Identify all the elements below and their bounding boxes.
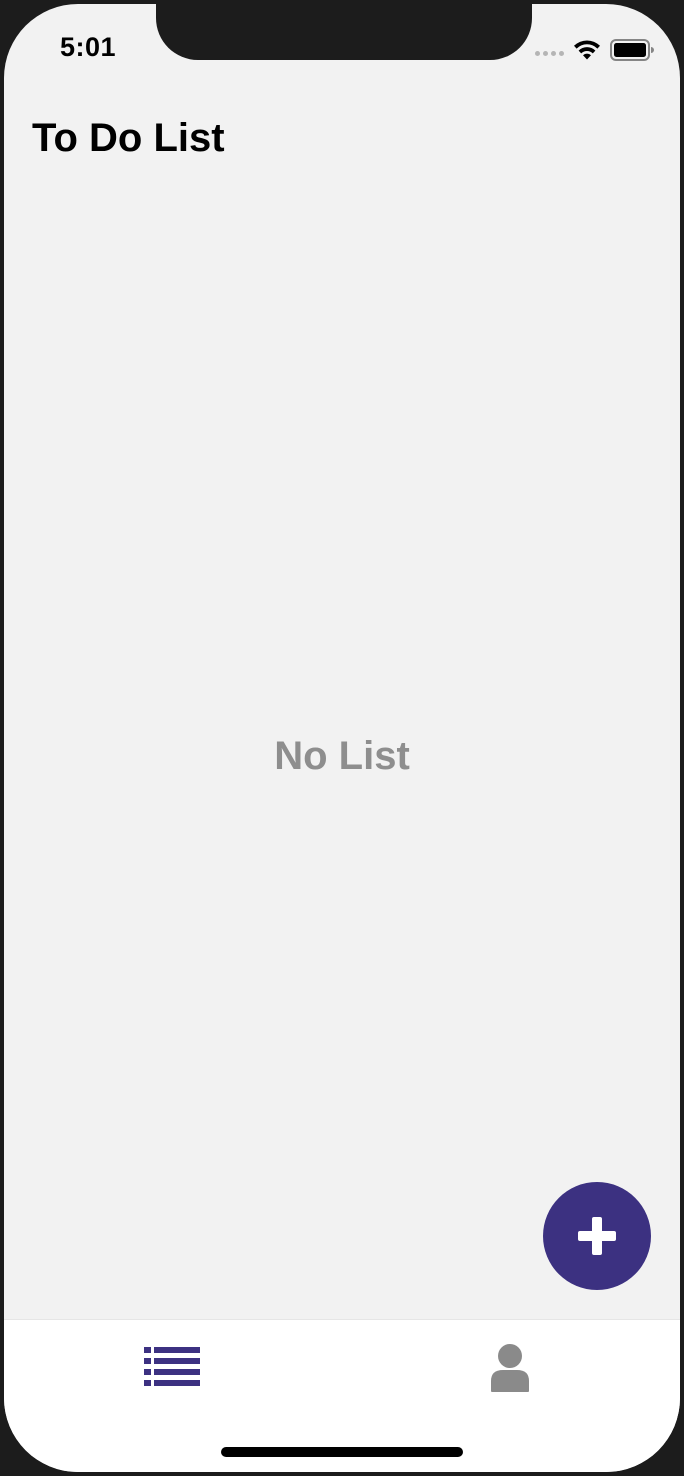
- user-icon: [491, 1344, 529, 1392]
- battery-icon: [610, 39, 654, 61]
- empty-state-message: No List: [274, 734, 410, 778]
- add-list-button[interactable]: [543, 1182, 651, 1290]
- plus-icon: [578, 1217, 616, 1255]
- tab-profile[interactable]: [470, 1338, 550, 1398]
- device-notch: [156, 4, 532, 60]
- page-title: To Do List: [32, 116, 225, 160]
- signal-dots-icon: [535, 51, 564, 56]
- wifi-icon: [574, 40, 600, 60]
- list-icon: [144, 1347, 200, 1386]
- tab-list[interactable]: [132, 1338, 212, 1398]
- status-time: 5:01: [60, 32, 117, 62]
- phone-screen: 5:01 To Do List No List: [4, 4, 680, 1472]
- home-indicator: [221, 1447, 463, 1457]
